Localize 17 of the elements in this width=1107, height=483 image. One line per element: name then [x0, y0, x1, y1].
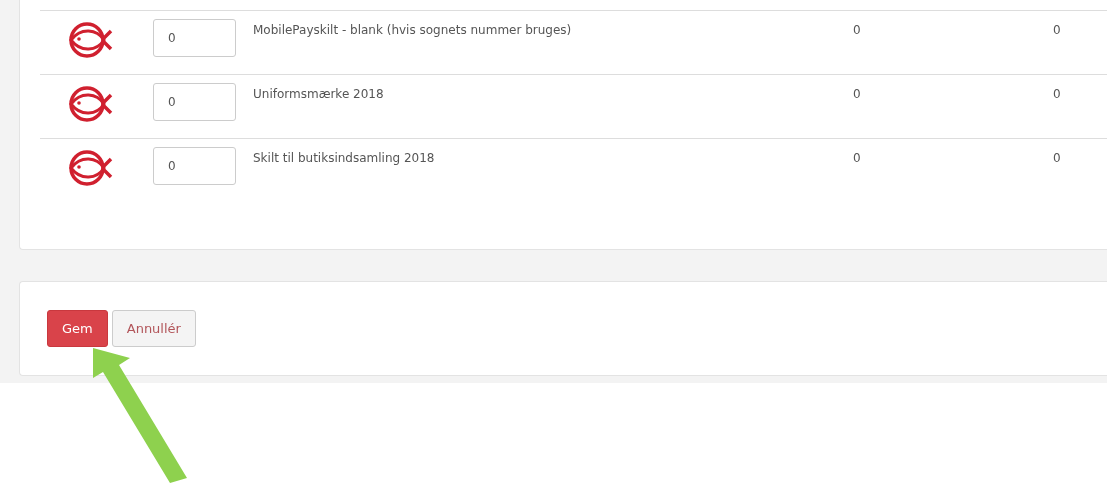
- product-name: Skilt til butiksindsamling 2018: [253, 151, 435, 165]
- table-cell: 0: [853, 151, 861, 165]
- cancel-button[interactable]: Annullér: [111, 310, 196, 347]
- table-cell: 0: [1053, 87, 1061, 101]
- save-button[interactable]: Gem: [47, 310, 108, 347]
- quantity-field[interactable]: 0: [153, 147, 236, 185]
- product-name: MobilePayskilt - blank (hvis sognets nummer bruges): [253, 23, 572, 37]
- fish-icon: [67, 83, 113, 123]
- quantity-field[interactable]: 0: [153, 19, 236, 57]
- product-name: Uniformsmærke 2018: [253, 87, 384, 101]
- quantity-field[interactable]: 0: [153, 83, 236, 121]
- table-cell: 0: [1053, 151, 1061, 165]
- table-cell: 0: [1053, 23, 1061, 37]
- table-cell: 0: [853, 23, 861, 37]
- fish-icon: [67, 19, 113, 59]
- table-cell: 0: [853, 87, 861, 101]
- fish-icon: [67, 147, 113, 187]
